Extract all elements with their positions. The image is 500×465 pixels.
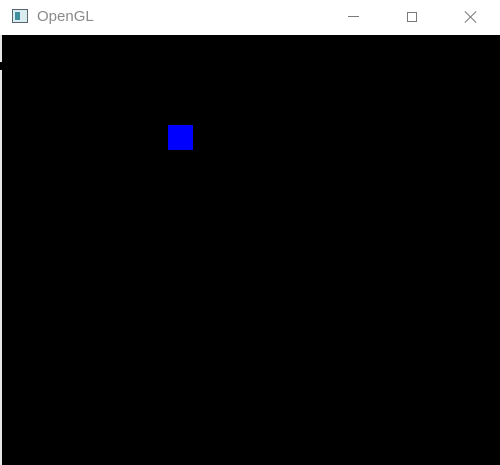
minimize-icon <box>347 16 359 17</box>
maximize-button[interactable] <box>389 0 435 33</box>
app-icon <box>12 9 28 23</box>
minimize-button[interactable] <box>330 0 376 33</box>
blue-square <box>168 125 193 150</box>
title-bar[interactable]: OpenGL <box>0 0 500 35</box>
close-button[interactable] <box>448 0 494 33</box>
window-title: OpenGL <box>37 8 94 25</box>
maximize-icon <box>407 11 417 22</box>
opengl-canvas[interactable] <box>2 35 500 465</box>
close-icon <box>464 10 478 24</box>
app-icon-inner <box>15 12 20 20</box>
opengl-window: OpenGL <box>0 0 500 465</box>
